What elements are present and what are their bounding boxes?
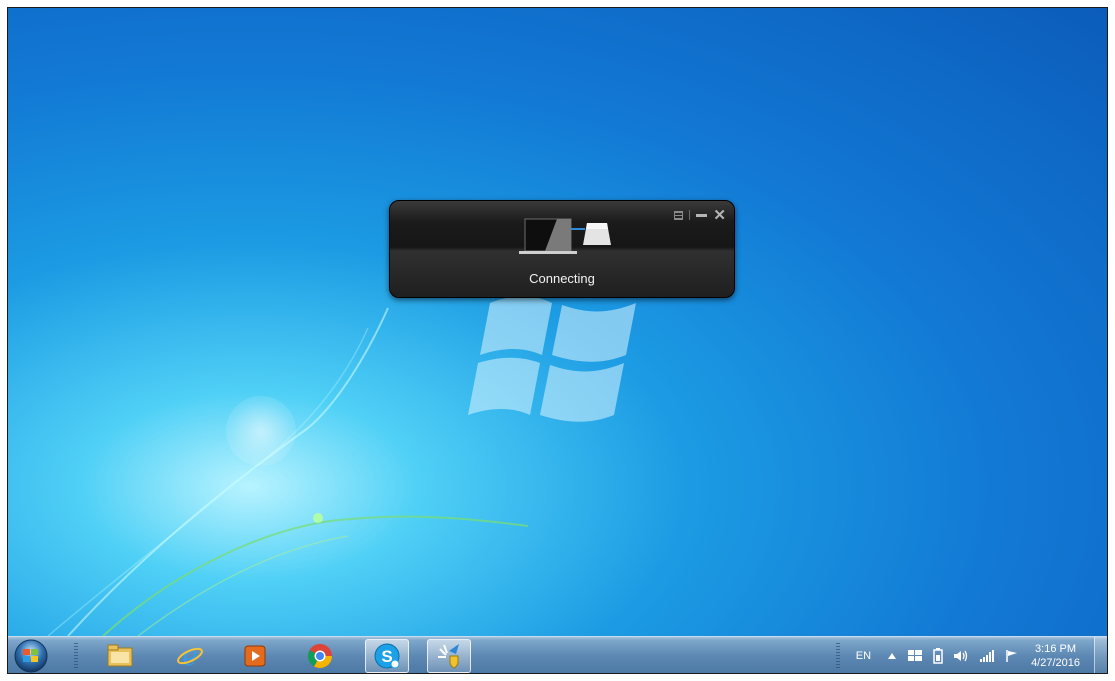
- file-explorer-icon[interactable]: [98, 639, 142, 673]
- clock-time: 3:16 PM: [1035, 643, 1077, 655]
- internet-explorer-icon[interactable]: e: [168, 639, 212, 673]
- windows-logo-wallpaper-icon: [468, 296, 636, 422]
- media-player-icon[interactable]: [233, 639, 277, 673]
- clock-date: 4/27/2016: [1031, 657, 1080, 669]
- minimize-icon[interactable]: [696, 213, 708, 217]
- laptop-to-drive-icon: [519, 218, 611, 254]
- language-indicator[interactable]: EN: [856, 650, 871, 662]
- tray-grip[interactable]: [835, 643, 840, 669]
- volume-icon[interactable]: [953, 649, 969, 663]
- windows-start-icon[interactable]: [14, 639, 48, 673]
- battery-icon[interactable]: [933, 648, 943, 664]
- skype-logo-icon: S: [374, 643, 400, 669]
- widget-controls: ✕: [674, 206, 726, 224]
- skype-icon[interactable]: S: [365, 639, 409, 673]
- taskbar-grip[interactable]: [74, 643, 78, 669]
- clock[interactable]: 3:16 PM 4/27/2016: [1031, 642, 1080, 670]
- chrome-icon[interactable]: [298, 639, 342, 673]
- menu-icon[interactable]: [674, 210, 684, 220]
- wallpaper-glow: [226, 396, 296, 466]
- system-tray: EN 3:16 PM 4/27/2016: [835, 637, 1107, 673]
- control-separator: [689, 210, 691, 220]
- taskbar: e S EN 3:16 PM 4/27/2016: [8, 636, 1107, 673]
- connection-status: Connecting: [529, 271, 595, 286]
- desktop[interactable]: ✕ Connecting: [8, 8, 1107, 636]
- show-desktop-button[interactable]: [1094, 637, 1107, 673]
- show-hidden-icons-arrow-icon[interactable]: [887, 652, 897, 660]
- connection-app-icon[interactable]: [427, 639, 471, 673]
- folder-icon: [107, 644, 133, 667]
- svg-text:e: e: [182, 642, 197, 671]
- screen: ✕ Connecting e S EN 3:16 PM 4/27/2016: [7, 7, 1108, 674]
- connection-widget[interactable]: ✕ Connecting: [389, 200, 735, 298]
- network-signal-icon[interactable]: [979, 649, 995, 663]
- media-play-icon: [244, 645, 266, 667]
- ie-logo-icon: e: [177, 642, 203, 671]
- action-center-flag-icon[interactable]: [1005, 649, 1019, 663]
- wireless-shield-icon: [438, 644, 459, 669]
- close-icon[interactable]: ✕: [713, 206, 726, 224]
- chrome-logo-icon: [307, 644, 332, 669]
- windows-flag-icon[interactable]: [907, 649, 923, 663]
